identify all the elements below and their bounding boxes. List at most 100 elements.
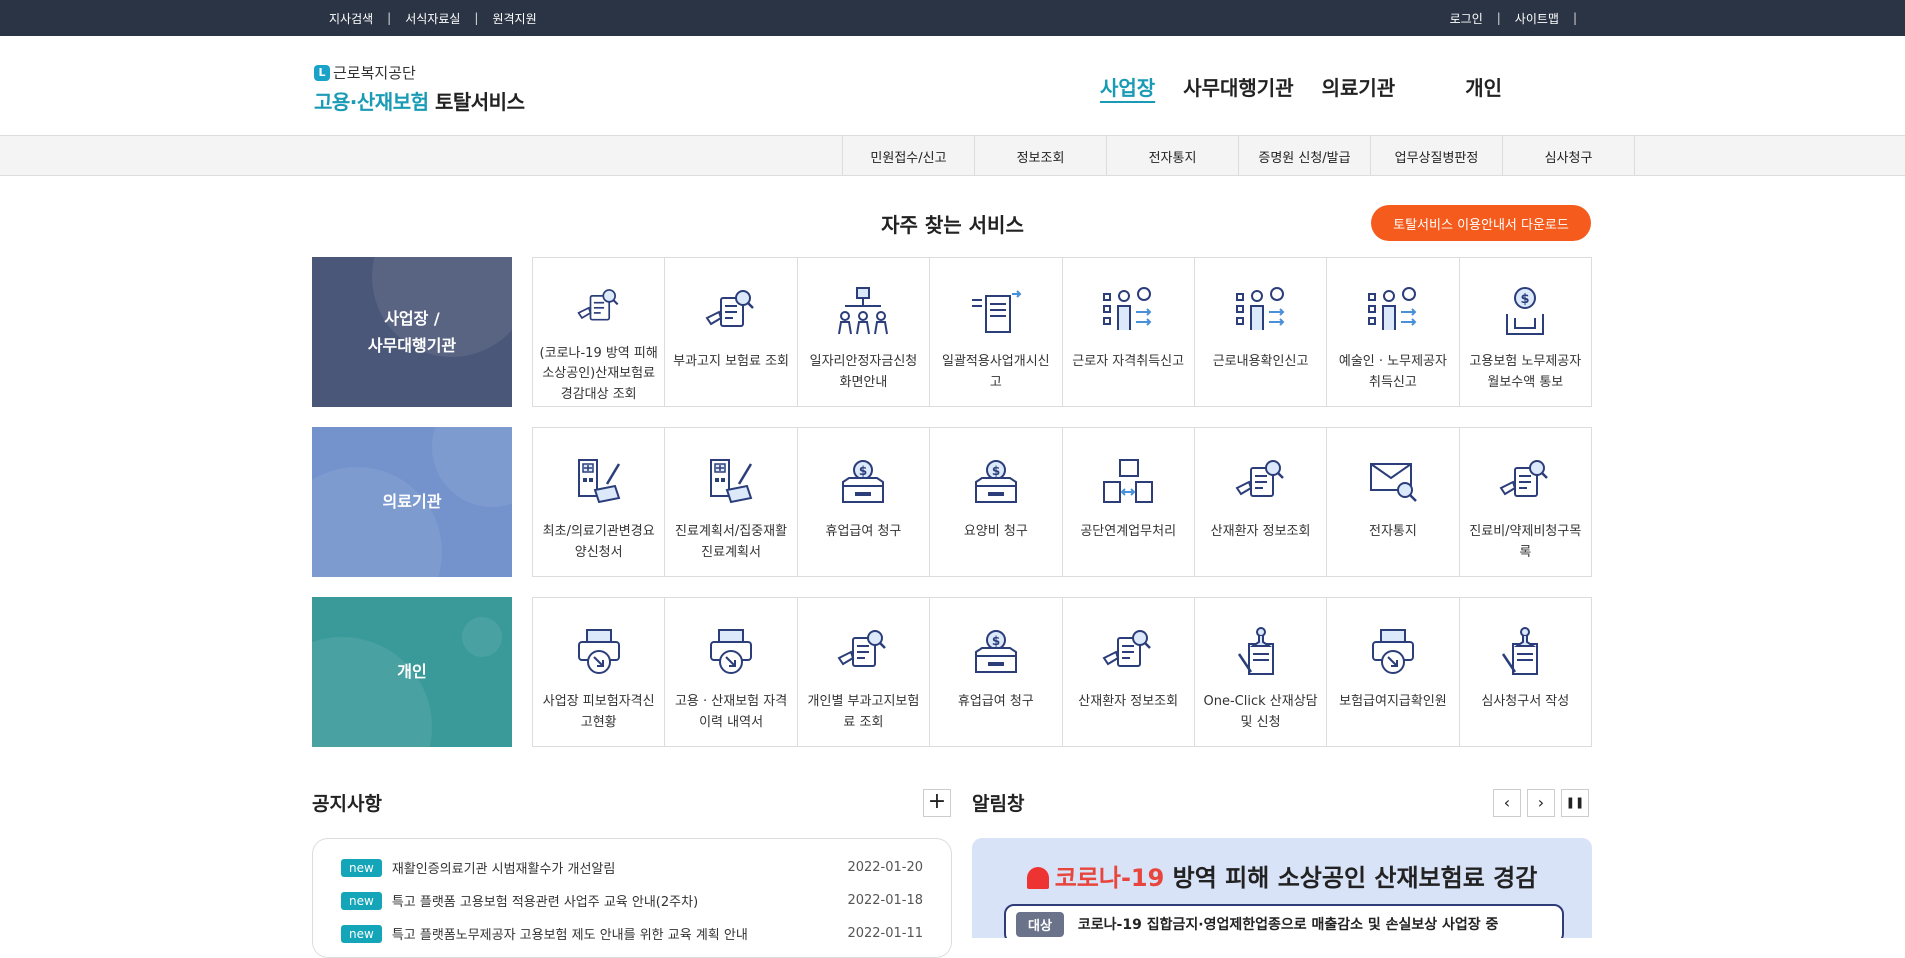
nav-agency[interactable]: 사무대행기관: [1183, 72, 1293, 101]
service-item-label: 예술인 · 노무제공자 취득신고: [1338, 354, 1447, 390]
service-item[interactable]: 산재환자 정보조회: [1195, 428, 1328, 576]
person-list-icon: [1103, 287, 1152, 330]
site-logo[interactable]: L 근로복지공단 고용·산재보험 토탈서비스: [314, 62, 525, 115]
stamp-document-icon: [1502, 627, 1539, 675]
service-item[interactable]: 진료계획서/집중재활진료계획서: [665, 428, 798, 576]
service-items: 최초/의료기관변경요양신청서 진료계획서/집중재활진료계획서 $ 휴업급여 청구 $ 요양…: [532, 427, 1592, 577]
notice-item[interactable]: new 특고 플랫폼 고용보험 적용관련 사업주 교육 안내(2주차) 2022…: [341, 884, 923, 917]
login-link[interactable]: 로그인: [1450, 10, 1483, 27]
target-tag: 대상: [1016, 911, 1064, 937]
subnav-e-notice[interactable]: 전자통지: [1107, 136, 1239, 176]
decorative-circle: [312, 637, 432, 747]
service-item-label: 진료비/약제비청구목록: [1469, 524, 1582, 560]
subnav-info-inquiry[interactable]: 정보조회: [975, 136, 1107, 176]
pause-icon[interactable]: ❚❚: [1561, 789, 1589, 817]
service-item-label: 최초/의료기관변경요양신청서: [542, 524, 655, 560]
service-item[interactable]: $ 요양비 청구: [930, 428, 1063, 576]
service-item[interactable]: 근로내용확인신고: [1195, 258, 1328, 406]
service-item[interactable]: 예술인 · 노무제공자 취득신고: [1327, 258, 1460, 406]
service-item[interactable]: 공단연계업무처리: [1063, 428, 1195, 576]
service-item[interactable]: 심사청구서 작성: [1460, 598, 1591, 746]
service-item-label: 일자리안정자금신청화면안내: [809, 354, 918, 390]
next-arrow-icon[interactable]: ›: [1527, 789, 1555, 817]
service-item-label: One-Click 산재상담 및 신청: [1203, 694, 1318, 730]
service-item-label: 근로내용확인신고: [1212, 354, 1309, 369]
printer-download-icon: [577, 629, 620, 674]
alert-banner[interactable]: 코로나-19 방역 피해 소상공인 산재보험료 경감 대상 코로나-19 집합금…: [972, 838, 1592, 938]
decorative-circle: [432, 427, 512, 507]
service-item-label: 일괄적용사업개시신고: [941, 354, 1050, 390]
notice-item[interactable]: new 특고 플랫폼노무제공자 고용보험 제도 안내를 위한 교육 계획 안내 …: [341, 917, 923, 950]
site-header: L 근로복지공단 고용·산재보험 토탈서비스 사업장 사무대행기관 의료기관 개…: [0, 36, 1905, 136]
service-item-label: 개인별 부과고지보험료 조회: [807, 694, 920, 730]
printer-download-icon: [710, 629, 753, 674]
hospital-document-icon: [577, 459, 620, 504]
subnav-review-request[interactable]: 심사청구: [1503, 136, 1635, 176]
service-item[interactable]: 진료비/약제비청구목록: [1460, 428, 1591, 576]
service-item-label: 고용보험 노무제공자 월보수액 통보: [1469, 354, 1582, 390]
service-item[interactable]: 일자리안정자금신청화면안내: [798, 258, 931, 406]
service-item[interactable]: 근로자 자격취득신고: [1063, 258, 1195, 406]
guide-download-button[interactable]: 토탈서비스 이용안내서 다운로드: [1371, 205, 1591, 241]
remote-support-link[interactable]: 원격지원: [492, 10, 536, 27]
category-label-line1: 의료기관: [382, 492, 442, 512]
prev-arrow-icon[interactable]: ‹: [1493, 789, 1521, 817]
notice-item-title[interactable]: 특고 플랫폼노무제공자 고용보험 제도 안내를 위한 교육 계획 안내: [392, 924, 848, 943]
sitemap-link[interactable]: 사이트맵: [1515, 10, 1559, 27]
new-badge: new: [341, 858, 382, 877]
nav-medical[interactable]: 의료기관: [1322, 72, 1396, 101]
service-item-label: 부과고지 보험료 조회: [673, 354, 790, 369]
main-nav: 사업장 사무대행기관 의료기관 개인: [1100, 72, 1530, 101]
service-item-label: 공단연계업무처리: [1080, 524, 1177, 539]
service-item[interactable]: 최초/의료기관변경요양신청서: [533, 428, 666, 576]
service-item[interactable]: 산재환자 정보조회: [1063, 598, 1195, 746]
service-item[interactable]: $ 고용보험 노무제공자 월보수액 통보: [1460, 258, 1591, 406]
service-item-label: 전자통지: [1369, 524, 1417, 539]
service-item[interactable]: 고용 · 산재보험 자격 이력 내역서: [665, 598, 798, 746]
separator: |: [1496, 11, 1501, 25]
forms-library-link[interactable]: 서식자료실: [405, 10, 460, 27]
branch-search-link[interactable]: 지사검색: [329, 10, 373, 27]
notice-item-title[interactable]: 특고 플랫폼 고용보험 적용관련 사업주 교육 안내(2주차): [392, 891, 848, 910]
sub-nav-list: 민원접수/신고 정보조회 전자통지 증명원 신청/발급 업무상질병판정 심사청구: [842, 136, 1635, 176]
service-item-label: 보험급여지급확인원: [1339, 694, 1447, 709]
notice-item-title[interactable]: 재활인증의료기관 시범재활수가 개선알림: [392, 858, 848, 877]
utility-links-right: 로그인 | 사이트맵 |: [1450, 0, 1591, 36]
svg-text:$: $: [859, 464, 867, 478]
category-tile: 개인: [312, 597, 512, 747]
notice-list: new 재활인증의료기관 시범재활수가 개선알림 2022-01-20 new …: [312, 838, 952, 958]
money-box-icon: $: [842, 460, 885, 503]
service-items: (코로나-19 방역 피해 소상공인)산재보험료 경감대상 조회 부과고지 보험료…: [532, 257, 1592, 407]
person-list-icon: [1367, 287, 1417, 330]
service-item[interactable]: 부과고지 보험료 조회: [665, 258, 798, 406]
org-name: L 근로복지공단: [314, 62, 524, 83]
sub-nav: 민원접수/신고 정보조회 전자통지 증명원 신청/발급 업무상질병판정 심사청구: [0, 136, 1905, 176]
document-search-icon: [1102, 630, 1152, 667]
service-item[interactable]: 사업장 피보험자격신고현황: [533, 598, 666, 746]
notice-more-button[interactable]: +: [923, 789, 951, 817]
service-item[interactable]: 일괄적용사업개시신고: [930, 258, 1063, 406]
folder-exchange-icon: [1103, 459, 1154, 503]
subnav-disease-judgment[interactable]: 업무상질병판정: [1371, 136, 1503, 176]
new-badge: new: [341, 924, 382, 943]
service-row: 사업장 / 사무대행기관 (코로나-19 방역 피해 소상공인)산재보험료 경감대상…: [312, 257, 1592, 407]
subnav-complaint[interactable]: 민원접수/신고: [843, 136, 975, 176]
notice-item[interactable]: new 재활인증의료기관 시범재활수가 개선알림 2022-01-20: [341, 851, 923, 884]
service-item-label: 심사청구서 작성: [1481, 694, 1570, 709]
service-row: 개인 사업장 피보험자격신고현황 고용 · 산재보험 자격 이력 내역서 개인별 부과…: [312, 597, 1592, 747]
service-item[interactable]: $ 휴업급여 청구: [798, 428, 931, 576]
printer-download-icon: [1371, 629, 1414, 674]
service-item[interactable]: (코로나-19 방역 피해 소상공인)산재보험료 경감대상 조회: [533, 258, 666, 406]
service-item[interactable]: 개인별 부과고지보험료 조회: [798, 598, 931, 746]
subnav-certificate[interactable]: 증명원 신청/발급: [1239, 136, 1371, 176]
nav-workplace[interactable]: 사업장: [1100, 72, 1155, 101]
service-item[interactable]: $ 휴업급여 청구: [930, 598, 1063, 746]
service-item[interactable]: 전자통지: [1327, 428, 1460, 576]
service-item[interactable]: 보험급여지급확인원: [1327, 598, 1460, 746]
service-item[interactable]: One-Click 산재상담 및 신청: [1195, 598, 1328, 746]
service-name: 고용·산재보험 토탈서비스: [314, 86, 525, 115]
notice-item-date: 2022-01-20: [847, 860, 923, 875]
money-box-icon: $: [974, 460, 1017, 503]
org-chart-icon: [838, 287, 889, 335]
nav-personal[interactable]: 개인: [1465, 72, 1502, 101]
